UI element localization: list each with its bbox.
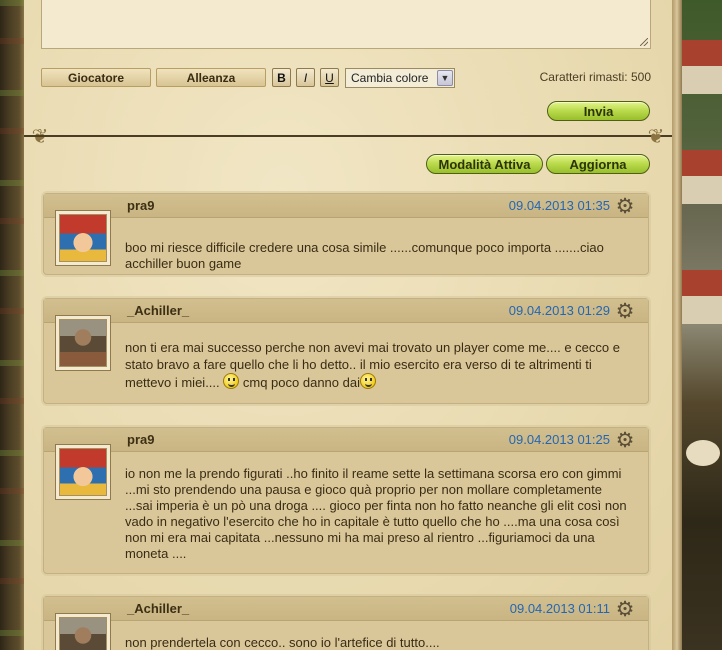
divider (24, 135, 672, 137)
gear-icon[interactable]: ⚙ (614, 599, 636, 621)
wall-decoration (682, 176, 722, 204)
avatar[interactable] (55, 444, 111, 500)
underline-button[interactable]: U (320, 68, 339, 87)
wall-decoration (682, 296, 722, 324)
post-date: 09.04.2013 01:29 (508, 303, 610, 318)
jester-avatar-image (59, 214, 107, 262)
message-post: _Achiller_ 09.04.2013 01:11 ⚙ non prende… (43, 596, 649, 650)
jester-avatar-image (59, 448, 107, 496)
player-tag-button[interactable]: Giocatore (41, 68, 151, 87)
post-date: 09.04.2013 01:11 (509, 601, 610, 616)
avatar[interactable] (55, 613, 111, 650)
post-date: 09.04.2013 01:35 (508, 198, 610, 213)
post-author[interactable]: pra9 (127, 432, 154, 447)
post-text: io non me la prendo figurati ..ho finito… (125, 466, 627, 561)
speech-cloud-icon[interactable] (686, 440, 720, 466)
game-background-scene (682, 0, 722, 650)
active-mode-button[interactable]: Modalità Attiva (426, 154, 543, 174)
color-select-value: Cambia colore (351, 71, 429, 85)
roof-decoration (682, 40, 722, 66)
bold-button[interactable]: B (272, 68, 291, 87)
message-post: _Achiller_ 09.04.2013 01:29 ⚙ non ti era… (43, 298, 649, 404)
chat-panel: Giocatore Alleanza B I U Cambia colore ▼… (24, 0, 672, 650)
post-text: non prendertela con cecco.. sono io l'ar… (125, 635, 440, 650)
gear-icon[interactable]: ⚙ (614, 196, 636, 218)
smiley-icon (359, 373, 376, 389)
chevron-down-icon[interactable]: ▼ (437, 70, 453, 86)
gear-icon[interactable]: ⚙ (614, 430, 636, 452)
scroll-ornament-right-icon: ❦ (647, 126, 665, 148)
gear-icon[interactable]: ⚙ (614, 301, 636, 323)
wall-decoration (682, 66, 722, 94)
post-author[interactable]: _Achiller_ (127, 303, 189, 318)
italic-button[interactable]: I (296, 68, 315, 87)
alliance-tag-button[interactable]: Alleanza (156, 68, 266, 87)
send-button[interactable]: Invia (547, 101, 650, 121)
message-textarea[interactable] (41, 0, 651, 49)
warrior-avatar-image (59, 319, 107, 367)
avatar[interactable] (55, 210, 111, 266)
post-text: boo mi riesce difficile credere una cosa… (125, 240, 604, 271)
post-text-part: cmq poco danno dai (242, 375, 360, 390)
post-date: 09.04.2013 01:25 (508, 432, 610, 447)
roof-decoration (682, 150, 722, 176)
frame-edge (672, 0, 682, 650)
post-author[interactable]: _Achiller_ (127, 601, 189, 616)
color-select[interactable]: Cambia colore ▼ (345, 68, 455, 88)
post-text: non ti era mai successo perche non avevi… (125, 339, 630, 391)
refresh-button[interactable]: Aggiorna (546, 154, 650, 174)
resize-grip-icon[interactable] (640, 38, 648, 46)
smiley-icon (223, 373, 240, 389)
post-author[interactable]: pra9 (127, 198, 154, 213)
game-left-border (0, 0, 24, 650)
roof-decoration (682, 270, 722, 296)
chars-remaining: Caratteri rimasti: 500 (539, 70, 651, 84)
avatar[interactable] (55, 315, 111, 371)
message-post: pra9 09.04.2013 01:25 ⚙ io non me la pre… (43, 427, 649, 574)
warrior-avatar-image (59, 617, 107, 650)
message-post: pra9 09.04.2013 01:35 ⚙ boo mi riesce di… (43, 193, 649, 275)
scroll-ornament-left-icon: ❦ (31, 126, 49, 148)
